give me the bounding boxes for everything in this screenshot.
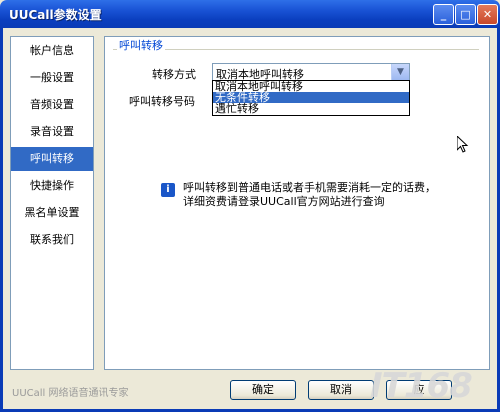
dropdown-option-busy[interactable]: 遇忙转移 [213, 103, 409, 114]
cancel-button[interactable]: 取消 [308, 380, 374, 400]
transfer-mode-label: 转移方式 [152, 68, 196, 81]
close-button[interactable]: ✕ [477, 4, 498, 25]
window-title: UUCall参数设置 [9, 8, 102, 22]
sidebar-item-blacklist[interactable]: 黑名单设置 [11, 201, 93, 225]
info-line-2: 详细资费请登录UUCall官方网站进行查询 [183, 195, 385, 208]
transfer-number-label: 呼叫转移号码 [129, 95, 195, 108]
footer-caption: UUCall 网络语音通讯专家 [12, 388, 129, 399]
minimize-icon: _ [440, 8, 447, 21]
sidebar-item-account-info[interactable]: 帐户信息 [11, 39, 93, 63]
sidebar-item-audio-settings[interactable]: 音频设置 [11, 93, 93, 117]
minimize-button[interactable]: _ [433, 4, 454, 25]
sidebar-item-call-forwarding[interactable]: 呼叫转移 [11, 147, 93, 171]
sidebar-item-contact-us[interactable]: 联系我们 [11, 228, 93, 252]
group-divider [113, 49, 479, 50]
ok-button[interactable]: 确定 [230, 380, 296, 400]
section-title: 呼叫转移 [117, 37, 165, 53]
sidebar: 帐户信息 一般设置 音频设置 录音设置 呼叫转移 快捷操作 黑名单设置 联系我们 [10, 36, 94, 370]
maximize-icon: □ [460, 8, 471, 21]
maximize-button[interactable]: □ [455, 4, 476, 25]
sidebar-item-recording-settings[interactable]: 录音设置 [11, 120, 93, 144]
close-icon: ✕ [482, 8, 493, 21]
settings-panel: 呼叫转移 转移方式 取消本地呼叫转移 ▼ 呼叫转移号码 取消本地呼叫转移 无条件… [104, 36, 490, 370]
mouse-cursor-icon [457, 136, 469, 153]
info-text: 呼叫转移到普通电话或者手机需要消耗一定的话费， 详细资费请登录UUCall官方网… [183, 181, 436, 209]
sidebar-item-shortcuts[interactable]: 快捷操作 [11, 174, 93, 198]
info-icon: i [161, 183, 175, 197]
info-line-1: 呼叫转移到普通电话或者手机需要消耗一定的话费， [183, 181, 436, 194]
watermark-logo: IT168 [370, 366, 473, 406]
transfer-mode-select[interactable]: 取消本地呼叫转移 ▼ [212, 63, 410, 81]
title-bar[interactable]: UUCall参数设置 _ □ ✕ [0, 0, 500, 28]
transfer-mode-dropdown: 取消本地呼叫转移 无条件转移 遇忙转移 [212, 80, 410, 116]
sidebar-item-general-settings[interactable]: 一般设置 [11, 66, 93, 90]
chevron-down-icon[interactable]: ▼ [391, 64, 409, 80]
